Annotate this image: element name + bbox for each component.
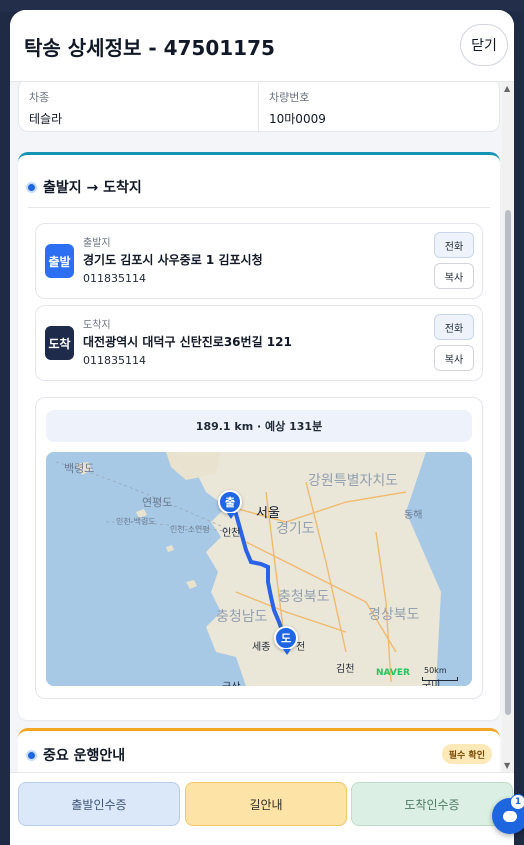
route-section-header: 출발지 → 도착지 xyxy=(28,177,142,197)
map-label-gimcheon: 김천 xyxy=(336,664,355,675)
scrollbar[interactable]: ▲ ▼ xyxy=(502,82,514,772)
map-label-incheon-soyeonpyeong: 인천-소연평 xyxy=(170,525,210,534)
vehicle-plate-cell: 차량번호 10마0009 xyxy=(259,82,499,133)
close-button[interactable]: 닫기 xyxy=(460,24,508,66)
modal-body: 차종 테슬라 차량번호 10마0009 출발지 → 도착지 출발 출발지 경기도… xyxy=(10,82,514,772)
map-label-gunsan: 군산 xyxy=(222,678,240,686)
start-phone: 011835114 xyxy=(83,272,146,285)
map-label-incheon-ferry: 인천-백령도 xyxy=(116,517,156,526)
map-label-donghae: 동해 xyxy=(404,510,423,521)
notice-title: 중요 운행안내 xyxy=(43,748,126,764)
start-map-pin[interactable]: 출 xyxy=(218,490,242,519)
chat-unread-count: 1 xyxy=(510,794,524,810)
scroll-down-arrow-icon[interactable]: ▼ xyxy=(504,761,510,770)
transport-detail-modal: 탁송 상세정보 - 47501175 닫기 차종 테슬라 차량번호 10마000… xyxy=(10,10,514,845)
map-scale-label: 50km xyxy=(424,666,447,675)
map-label-chungbuk: 충청북도 xyxy=(278,589,330,605)
distance-estimate: 189.1 km · 예상 131분 xyxy=(46,410,472,442)
end-address: 대전광역시 대덕구 신탄진로36번길 121 xyxy=(83,335,292,349)
end-copy-button[interactable]: 복사 xyxy=(434,345,474,371)
start-badge: 출발 xyxy=(45,244,74,278)
start-copy-button[interactable]: 복사 xyxy=(434,263,474,289)
scroll-thumb[interactable] xyxy=(505,210,511,715)
depart-receipt-button[interactable]: 출발인수증 xyxy=(18,782,180,826)
divider xyxy=(28,207,490,208)
bullet-dot-icon xyxy=(28,751,35,759)
required-badge: 필수 확인 xyxy=(441,744,492,764)
page-title: 탁송 상세정보 - 47501175 xyxy=(24,36,275,60)
map-label-gyeongbuk: 경상북도 xyxy=(368,607,420,623)
end-call-button[interactable]: 전화 xyxy=(434,314,474,340)
route-section-title: 출발지 → 도착지 xyxy=(43,180,142,196)
notice-card: 중요 운행안내 필수 확인 xyxy=(18,728,500,772)
vehicle-model-value: 테슬라 xyxy=(29,112,63,126)
navigation-button[interactable]: 길안내 xyxy=(185,782,347,826)
route-card: 출발지 → 도착지 출발 출발지 경기도 김포시 사우중로 1 김포시청 011… xyxy=(18,152,500,720)
vehicle-model-label: 차종 xyxy=(29,91,50,104)
map-scale-bar xyxy=(422,677,458,681)
notice-header: 중요 운행안내 xyxy=(28,745,125,765)
end-map-pin[interactable]: 도 xyxy=(274,626,298,655)
end-phone: 011835114 xyxy=(83,354,146,367)
map-label-yeonpyeong: 연평도 xyxy=(142,496,173,509)
map-panel: 189.1 km · 예상 131분 백령도 연평도 인천-백령도 인천-소연평… xyxy=(35,397,483,699)
map-label-baengnyeong: 백령도 xyxy=(64,462,95,475)
map-label-gyeonggi: 경기도 xyxy=(276,521,315,537)
scroll-up-arrow-icon[interactable]: ▲ xyxy=(504,84,510,93)
naver-logo: NAVER xyxy=(376,668,410,678)
map-label-incheon: 인천 xyxy=(222,528,241,539)
route-map[interactable]: 백령도 연평도 인천-백령도 인천-소연평 강원특별자치도 서울 경기도 인천 … xyxy=(46,452,472,686)
end-location-card: 도착 도착지 대전광역시 대덕구 신탄진로36번길 121 011835114 … xyxy=(35,305,483,381)
footer-actions: 출발인수증 길안내 도착인수증 xyxy=(10,772,514,845)
start-call-button[interactable]: 전화 xyxy=(434,232,474,258)
vehicle-plate-value: 10마0009 xyxy=(269,112,326,126)
map-label-gangwon: 강원특별자치도 xyxy=(308,473,399,489)
arrive-receipt-button[interactable]: 도착인수증 xyxy=(351,782,513,826)
vehicle-plate-label: 차량번호 xyxy=(269,91,310,104)
start-address: 경기도 김포시 사우중로 1 김포시청 xyxy=(83,253,263,267)
start-label: 출발지 xyxy=(83,238,111,249)
chat-bubble-icon xyxy=(503,810,517,822)
map-label-sejong: 세종 xyxy=(252,642,271,653)
end-label: 도착지 xyxy=(83,320,111,331)
start-location-card: 출발 출발지 경기도 김포시 사우중로 1 김포시청 011835114 전화 … xyxy=(35,223,483,299)
vehicle-model-cell: 차종 테슬라 xyxy=(19,82,259,133)
end-badge: 도착 xyxy=(45,326,74,360)
modal-header: 탁송 상세정보 - 47501175 닫기 xyxy=(10,10,514,82)
vehicle-info-card: 차종 테슬라 차량번호 10마0009 xyxy=(18,82,500,133)
map-label-chungnam: 충청남도 xyxy=(216,609,268,625)
bullet-dot-icon xyxy=(28,183,35,191)
